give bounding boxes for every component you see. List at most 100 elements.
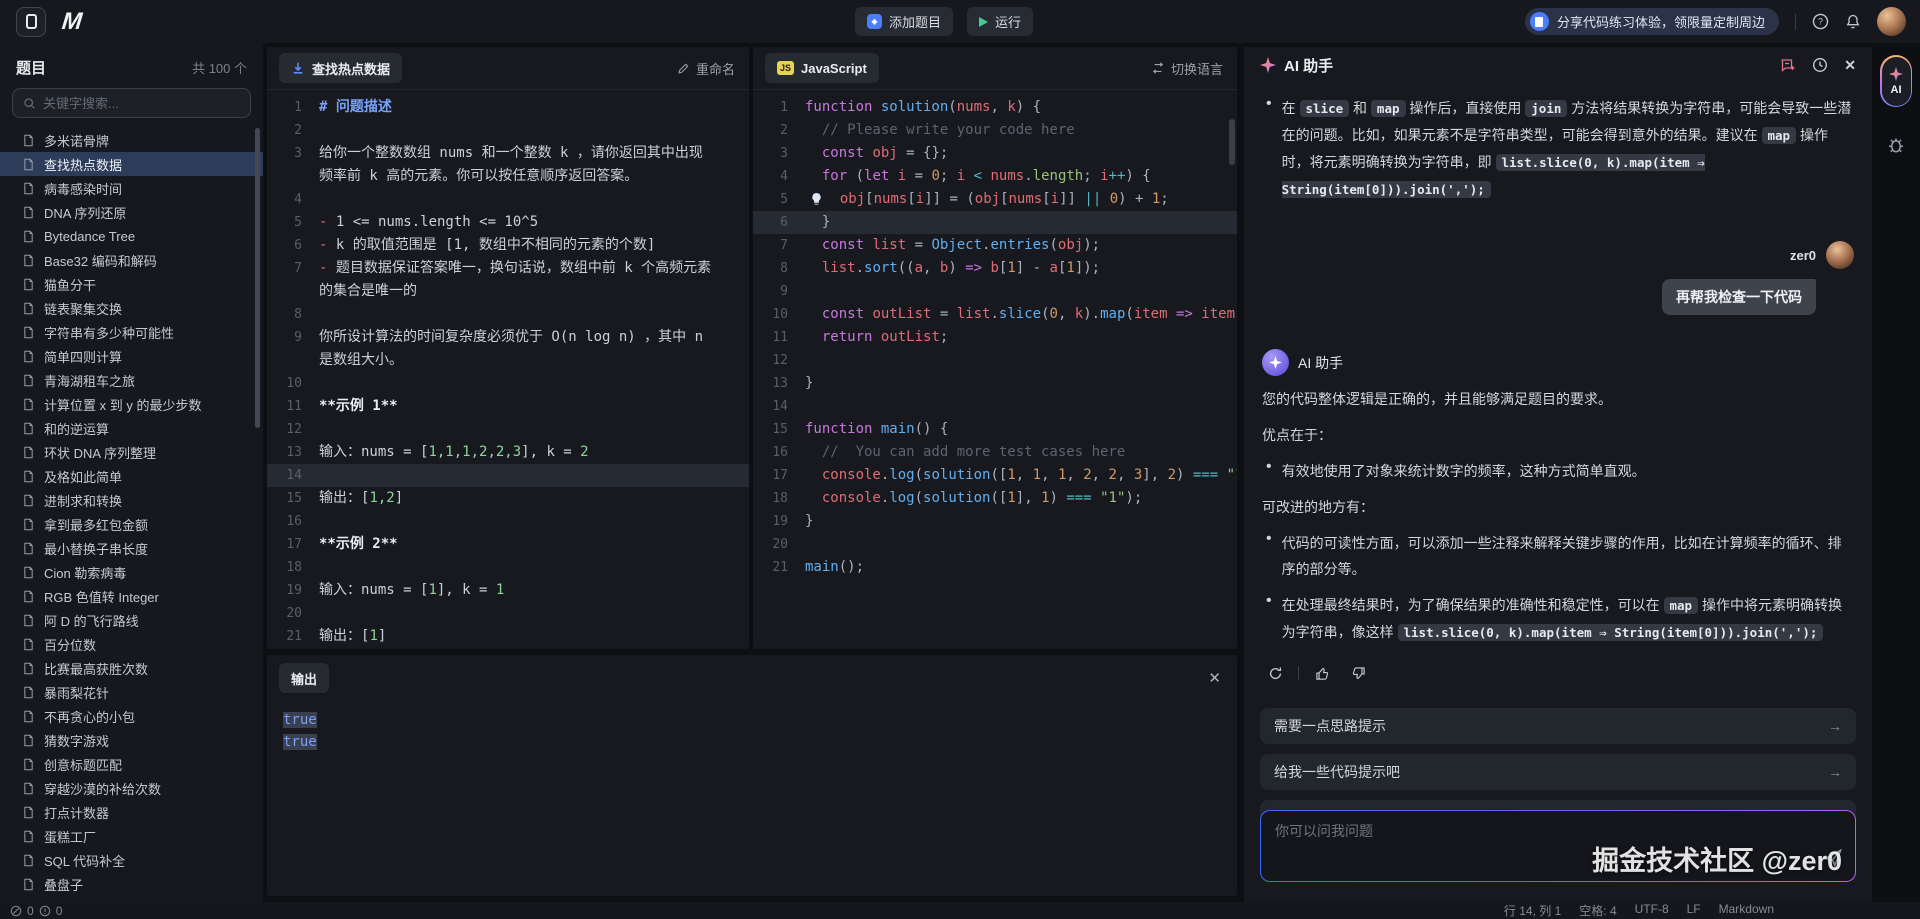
- switch-language-button[interactable]: 切换语言: [1151, 59, 1223, 78]
- search-box[interactable]: [12, 88, 251, 118]
- list-item[interactable]: 链表聚集交换: [0, 296, 263, 320]
- list-item[interactable]: 多米诺骨牌: [0, 128, 263, 152]
- code-line: 7 const list = Object.entries(obj);: [753, 234, 1237, 257]
- thumbs-down-icon[interactable]: [1345, 660, 1371, 686]
- output-content: truetrue: [267, 701, 1237, 761]
- line-number: 7: [267, 257, 319, 280]
- list-item[interactable]: 猜数字游戏: [0, 728, 263, 752]
- close-icon[interactable]: ✕: [1208, 669, 1221, 687]
- list-item-label: DNA 序列还原: [44, 203, 126, 222]
- list-item[interactable]: 最小替换子串长度: [0, 536, 263, 560]
- line-text: main();: [805, 556, 864, 579]
- list-item[interactable]: 创意标题匹配: [0, 752, 263, 776]
- list-item[interactable]: 查找热点数据: [0, 152, 263, 176]
- problem-list: 多米诺骨牌查找热点数据病毒感染时间 DNA 序列还原 Bytedance Tree B…: [0, 128, 263, 896]
- chat-input[interactable]: [1275, 821, 1841, 871]
- list-item[interactable]: 病毒感染时间: [0, 176, 263, 200]
- markdown-line: 7- 题目数据保证答案唯一，换句话说，数组中前 k 个高频元素: [267, 257, 749, 280]
- rename-button[interactable]: 重命名: [677, 59, 735, 78]
- line-number: 15: [267, 487, 319, 510]
- list-item[interactable]: DNA 序列还原: [0, 200, 263, 224]
- list-item[interactable]: 计算位置 x 到 y 的最少步数: [0, 392, 263, 416]
- description-tab[interactable]: 查找热点数据: [279, 53, 402, 83]
- list-item[interactable]: 不再贪心的小包: [0, 704, 263, 728]
- code-line: 5 obj[nums[i]] = (obj[nums[i]] || 0) + 1…: [753, 188, 1237, 211]
- list-item[interactable]: 阿 D 的飞行路线: [0, 608, 263, 632]
- markdown-editor[interactable]: 1# 问题描述23给你一个整数数组 nums 和一个整数 k ，请你返回其中出现…: [267, 90, 749, 648]
- send-icon[interactable]: [1823, 848, 1843, 873]
- notifications-bell-icon[interactable]: [1845, 13, 1861, 30]
- list-item[interactable]: 及格如此简单: [0, 464, 263, 488]
- file-icon: [22, 302, 35, 315]
- list-item[interactable]: 穿越沙漠的补给次数: [0, 776, 263, 800]
- line-text: obj[nums[i]] = (obj[nums[i]] || 0) + 1;: [805, 188, 1169, 211]
- list-item[interactable]: RGB 色值转 Integer: [0, 584, 263, 608]
- list-item[interactable]: 字符串有多少种可能性: [0, 320, 263, 344]
- history-icon[interactable]: [1812, 57, 1828, 73]
- line-text: **示例 2**: [319, 533, 398, 556]
- list-item[interactable]: 和的逆运算: [0, 416, 263, 440]
- file-icon: [22, 350, 35, 363]
- line-number: [267, 349, 319, 372]
- run-button[interactable]: 运行: [967, 7, 1033, 36]
- language-tab-label: JavaScript: [801, 61, 867, 76]
- line-number: 9: [267, 326, 319, 349]
- list-item[interactable]: 拿到最多红包金额: [0, 512, 263, 536]
- code-editor[interactable]: 1function solution(nums, k) {2 // Please…: [753, 90, 1237, 579]
- list-item[interactable]: Base32 编码和解码: [0, 248, 263, 272]
- search-input[interactable]: [43, 96, 240, 111]
- new-chat-icon[interactable]: [1779, 57, 1796, 73]
- line-number: 2: [267, 119, 319, 142]
- list-item[interactable]: 比赛最高获胜次数: [0, 656, 263, 680]
- language-mode[interactable]: Markdown: [1719, 902, 1774, 919]
- suggestion-chip[interactable]: 给我一些代码提示吧→: [1260, 754, 1856, 790]
- file-icon: [22, 230, 35, 243]
- ai-assistant-button[interactable]: AI: [1880, 55, 1912, 107]
- debug-bug-icon[interactable]: [1886, 135, 1906, 160]
- add-problem-button[interactable]: ◆ 添加题目: [855, 7, 953, 36]
- svg-text:?: ?: [1818, 17, 1823, 27]
- regenerate-icon[interactable]: [1262, 660, 1288, 686]
- sidebar-scrollbar[interactable]: [255, 128, 260, 428]
- ai-message-author: AI 助手: [1298, 353, 1343, 373]
- list-item[interactable]: 打点计数器: [0, 800, 263, 824]
- list-item[interactable]: 简单四则计算: [0, 344, 263, 368]
- indentation[interactable]: 空格: 4: [1579, 902, 1616, 919]
- description-tab-label: 查找热点数据: [312, 59, 390, 78]
- output-tab[interactable]: 输出: [279, 663, 329, 693]
- close-icon[interactable]: ✕: [1844, 57, 1856, 74]
- list-item[interactable]: 蛋糕工厂: [0, 824, 263, 848]
- encoding[interactable]: UTF-8: [1635, 902, 1669, 919]
- suggestion-label: 需要一点思路提示: [1274, 716, 1386, 736]
- list-item[interactable]: Cion 勒索病毒: [0, 560, 263, 584]
- brand-logo[interactable]: M: [61, 8, 83, 36]
- help-icon[interactable]: ?: [1812, 13, 1829, 30]
- chat-area[interactable]: •在 slice 和 map 操作后，直接使用 join 方法将结果转换为字符串…: [1244, 83, 1872, 686]
- user-avatar[interactable]: [1877, 7, 1906, 36]
- editor-scrollbar[interactable]: [1229, 119, 1235, 165]
- list-item[interactable]: 暴雨梨花针: [0, 680, 263, 704]
- ai-bullet-item: •在处理最终结果时，为了确保结果的准确性和稳定性，可以在 map 操作中将元素明…: [1266, 592, 1854, 646]
- list-item-label: Base32 编码和解码: [44, 251, 157, 270]
- list-item[interactable]: 猫鱼分干: [0, 272, 263, 296]
- list-item[interactable]: 进制求和转换: [0, 488, 263, 512]
- list-item[interactable]: 青海湖租车之旅: [0, 368, 263, 392]
- list-item[interactable]: 环状 DNA 序列整理: [0, 440, 263, 464]
- cursor-position[interactable]: 行 14, 列 1: [1504, 902, 1561, 919]
- eol-type[interactable]: LF: [1687, 902, 1701, 919]
- thumbs-up-icon[interactable]: [1309, 660, 1335, 686]
- language-tab[interactable]: JS JavaScript: [765, 53, 879, 83]
- share-banner-button[interactable]: 分享代码练习体验，领限量定制周边: [1525, 8, 1779, 35]
- line-text: const obj = {};: [805, 142, 948, 165]
- line-number: [267, 280, 319, 303]
- app-logo-icon[interactable]: [16, 7, 46, 37]
- list-item[interactable]: 叠盘子: [0, 872, 263, 896]
- sparkle-icon: [1889, 67, 1903, 81]
- line-text: console.log(solution([1], 1) === "1");: [805, 487, 1142, 510]
- list-item[interactable]: 百分位数: [0, 632, 263, 656]
- list-item[interactable]: SQL 代码补全: [0, 848, 263, 872]
- markdown-line: 9你所设计算法的时间复杂度必须优于 O(n log n) ，其中 n: [267, 326, 749, 349]
- suggestion-chip[interactable]: 需要一点思路提示→: [1260, 708, 1856, 744]
- code-line: 6 }: [753, 211, 1237, 234]
- list-item[interactable]: Bytedance Tree: [0, 224, 263, 248]
